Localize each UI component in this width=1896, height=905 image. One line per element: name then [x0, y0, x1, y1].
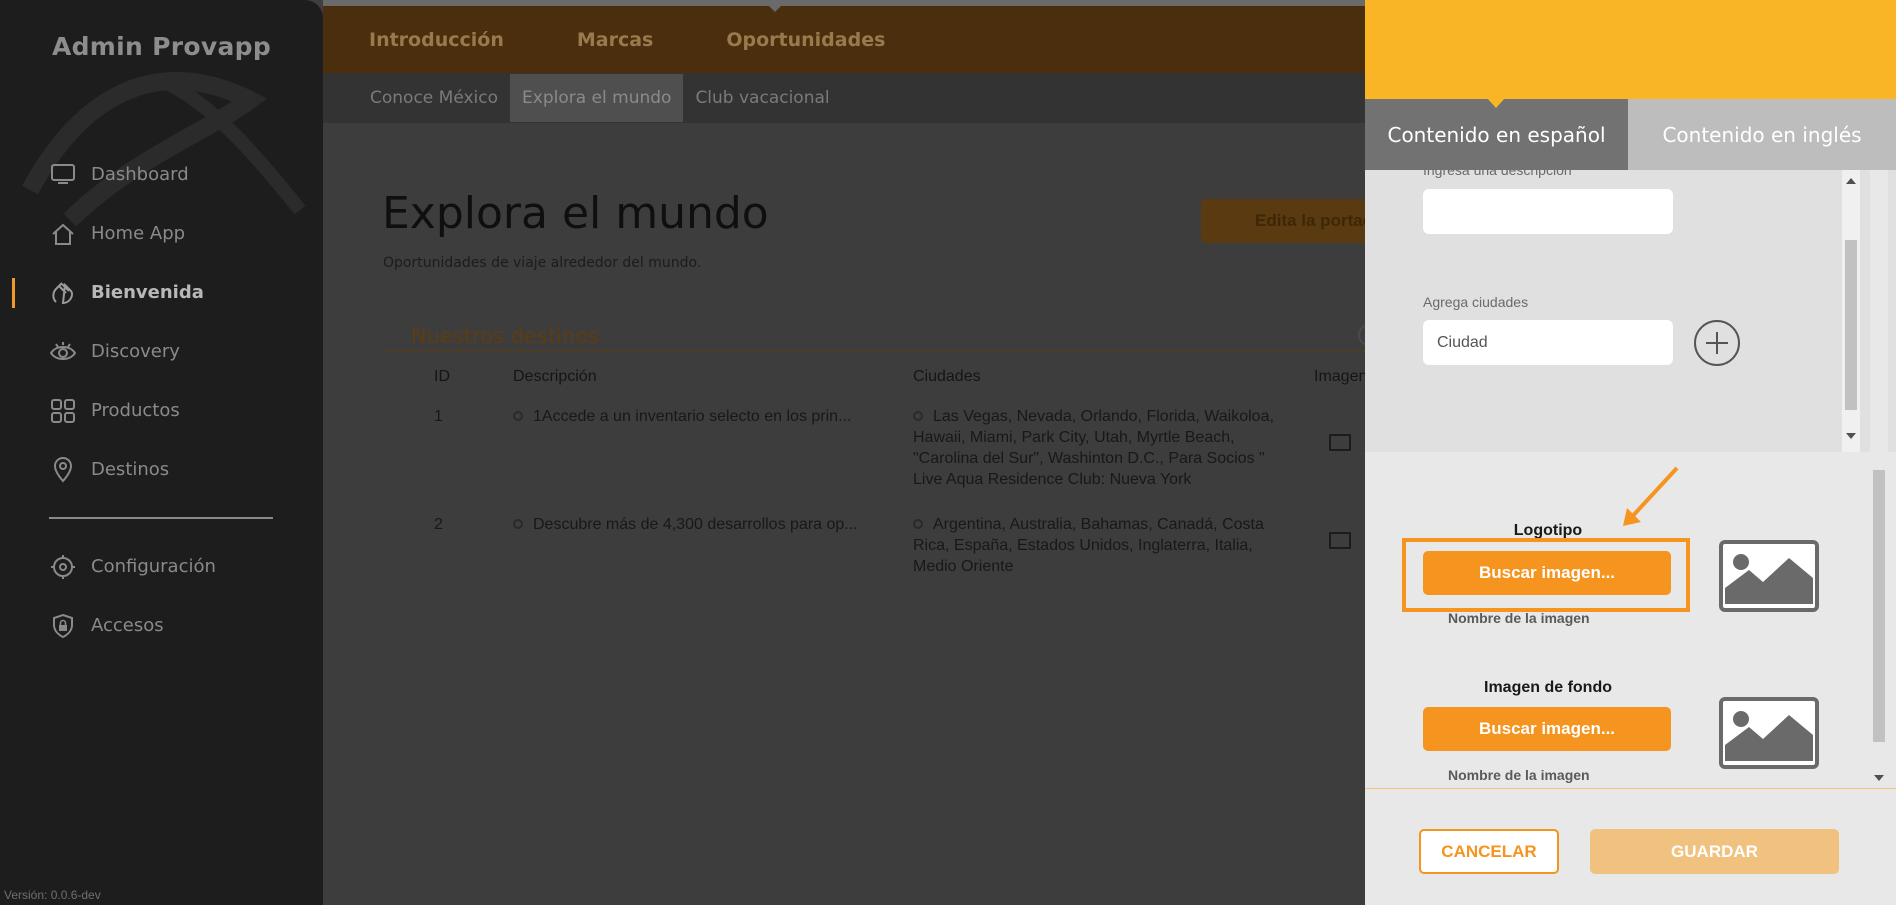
- app-brand: Admin Provapp: [51, 32, 272, 61]
- sidebar-item-label: Productos: [91, 400, 180, 421]
- row-description: Descubre más de 4,300 desarrollos para o…: [513, 514, 858, 535]
- logo-filename: Nombre de la imagen: [1448, 610, 1590, 626]
- subtab-club-vacacional[interactable]: Club vacacional: [683, 74, 841, 122]
- panel-footer: CANCELAR GUARDAR: [1365, 788, 1896, 905]
- tab-introduccion[interactable]: Introducción: [369, 29, 504, 51]
- save-button[interactable]: GUARDAR: [1590, 829, 1839, 874]
- logo-preview-image-icon: [1719, 540, 1819, 612]
- sidebar: Admin Provapp Dashboard Home App Bienven…: [0, 0, 323, 905]
- sidebar-item-discovery[interactable]: Discovery: [0, 322, 323, 381]
- main-content: Introducción Marcas Oportunidades Conoce…: [323, 0, 1391, 905]
- form-scrollbar[interactable]: [1842, 170, 1860, 452]
- edit-panel: Contenido en español Contenido en inglés…: [1365, 0, 1896, 905]
- background-label: Imagen de fondo: [1484, 679, 1612, 696]
- sidebar-item-destinos[interactable]: Destinos: [0, 440, 323, 499]
- edit-cover-button[interactable]: Edita la portada: [1201, 199, 1391, 243]
- row-id: 1: [434, 408, 443, 425]
- sidebar-item-configuracion[interactable]: Configuración: [0, 537, 323, 596]
- images-section: Logotipo Buscar imagen... Nombre de la i…: [1365, 170, 1896, 787]
- sidebar-item-label: Dashboard: [91, 164, 189, 185]
- home-icon: [50, 221, 76, 247]
- description-label: Ingresa una descripción: [1423, 170, 1572, 178]
- sidebar-nav: Dashboard Home App Bienvenida Discovery …: [0, 145, 323, 655]
- sidebar-divider: [49, 517, 273, 519]
- background-preview-image-icon: [1719, 697, 1819, 769]
- row-description: 1Accede a un inventario selecto en los p…: [513, 406, 851, 427]
- section-divider: [382, 350, 1372, 351]
- tab-marcas[interactable]: Marcas: [577, 29, 654, 51]
- scroll-down-icon[interactable]: [1846, 433, 1856, 439]
- form-scroll-area: Ingresa una descripción Agrega ciudades …: [1365, 170, 1896, 452]
- background-search-button[interactable]: Buscar imagen...: [1423, 707, 1671, 751]
- row-cities: Argentina, Australia, Bahamas, Canadá, C…: [913, 516, 1264, 575]
- panel-scroll-down-icon[interactable]: [1874, 775, 1884, 781]
- sidebar-item-label: Destinos: [91, 459, 170, 480]
- panel-scrollbar-thumb[interactable]: [1873, 470, 1885, 742]
- subtab-conoce-mexico[interactable]: Conoce México: [358, 74, 510, 122]
- tab-contenido-espanol[interactable]: Contenido en español: [1365, 99, 1628, 170]
- gear-icon: [50, 554, 76, 580]
- page-title: Explora el mundo: [382, 188, 769, 239]
- table-header-descripcion: Descripción: [513, 368, 597, 385]
- scrollbar-thumb[interactable]: [1845, 240, 1857, 410]
- sidebar-item-label: Home App: [91, 223, 186, 244]
- panel-tabs: Contenido en español Contenido en inglés: [1365, 98, 1896, 170]
- eye-icon: [50, 339, 76, 365]
- add-city-button[interactable]: [1694, 320, 1740, 366]
- image-icon[interactable]: [1329, 434, 1351, 451]
- table-header-imagen: Imagen: [1314, 368, 1368, 385]
- bullet-icon: [913, 411, 923, 421]
- map-pin-icon: [50, 456, 76, 483]
- page-subtitle: Oportunidades de viaje alrededor del mun…: [383, 255, 702, 271]
- panel-header: [1365, 0, 1896, 99]
- city-input[interactable]: Ciudad: [1423, 320, 1673, 365]
- table-header-id: ID: [434, 368, 450, 385]
- scroll-up-icon[interactable]: [1846, 178, 1856, 184]
- section-title: Nuestros destinos: [411, 324, 600, 348]
- background-filename: Nombre de la imagen: [1448, 767, 1590, 783]
- city-placeholder: Ciudad: [1437, 334, 1488, 351]
- sidebar-item-bienvenida[interactable]: Bienvenida: [0, 263, 323, 322]
- active-tab-caret: [763, 0, 787, 12]
- sidebar-item-label: Configuración: [91, 556, 216, 577]
- shield-lock-icon: [50, 613, 76, 639]
- subtab-explora-el-mundo[interactable]: Explora el mundo: [510, 74, 684, 122]
- sidebar-item-dashboard[interactable]: Dashboard: [0, 145, 323, 204]
- row-id: 2: [434, 516, 443, 533]
- version-label: Versión: 0.0.6-dev: [4, 888, 101, 902]
- row-cities: Las Vegas, Nevada, Orlando, Florida, Wai…: [913, 408, 1274, 488]
- sub-nav: Conoce México Explora el mundo Club vaca…: [323, 73, 1365, 123]
- waving-hand-icon: [50, 280, 76, 306]
- bullet-icon: [913, 519, 923, 529]
- panel-scrollbar[interactable]: [1870, 170, 1888, 787]
- active-tab-caret: [1487, 98, 1505, 108]
- sidebar-item-productos[interactable]: Productos: [0, 381, 323, 440]
- logo-search-button[interactable]: Buscar imagen...: [1423, 551, 1671, 595]
- sidebar-item-label: Discovery: [91, 341, 180, 362]
- description-input[interactable]: [1423, 189, 1673, 234]
- monitor-icon: [50, 162, 76, 188]
- tab-contenido-ingles[interactable]: Contenido en inglés: [1628, 99, 1896, 170]
- sidebar-item-home-app[interactable]: Home App: [0, 204, 323, 263]
- sidebar-item-accesos[interactable]: Accesos: [0, 596, 323, 655]
- table-header-ciudades: Ciudades: [913, 368, 981, 385]
- image-icon[interactable]: [1329, 532, 1351, 549]
- top-nav: Introducción Marcas Oportunidades: [323, 0, 1365, 73]
- sidebar-item-label: Accesos: [91, 615, 164, 636]
- grid-icon: [50, 398, 76, 424]
- bullet-icon: [513, 411, 523, 421]
- bullet-icon: [513, 519, 523, 529]
- cancel-button[interactable]: CANCELAR: [1419, 829, 1559, 874]
- tab-oportunidades[interactable]: Oportunidades: [726, 29, 885, 51]
- cities-label: Agrega ciudades: [1423, 294, 1529, 310]
- sidebar-item-label: Bienvenida: [91, 282, 204, 303]
